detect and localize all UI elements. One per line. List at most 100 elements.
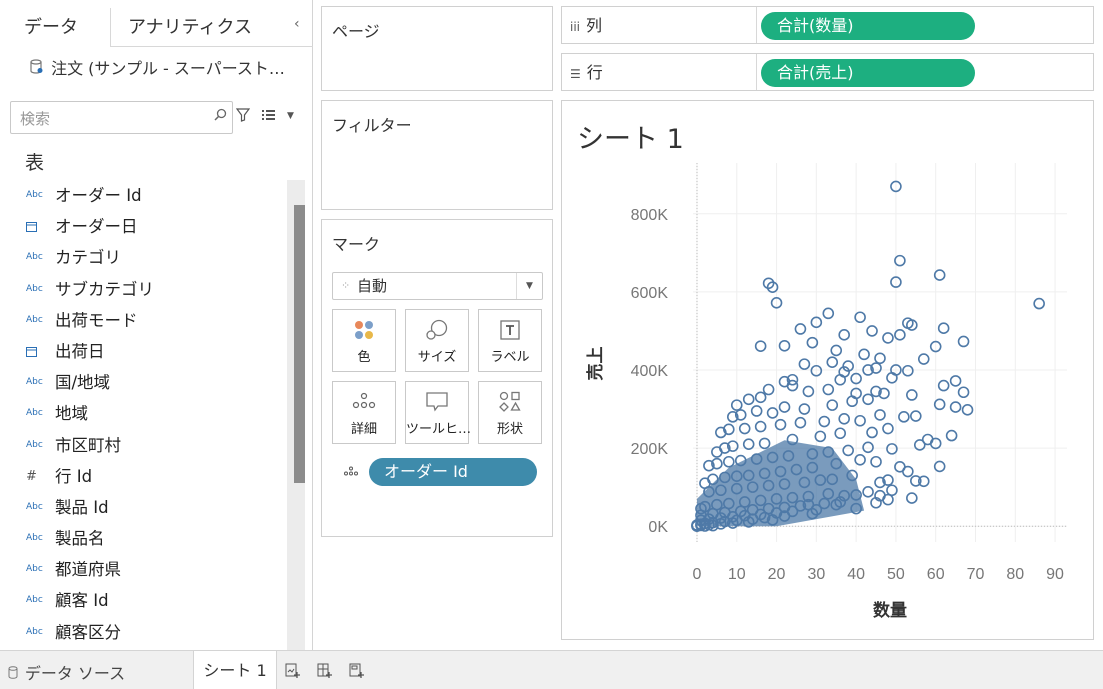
color-icon [333,319,395,345]
data-source-tab-label: データ ソース [24,664,126,683]
data-point [906,389,918,401]
rows-icon: ☰ [570,67,581,81]
data-source-selector[interactable]: 注文 (サンプル - スーパースト… [30,58,300,82]
size-button[interactable]: サイズ [405,309,469,372]
field-item[interactable]: Abc 都道府県 [0,554,287,585]
data-point [798,358,811,370]
data-point [738,422,751,435]
filters-card[interactable]: フィルター [321,100,553,210]
data-point [838,412,850,425]
field-item[interactable]: # 行 Id [0,461,287,492]
mark-type-dropdown[interactable]: ⁘ 自動 ▼ [332,272,543,300]
columns-shelf-label: iii 列 [570,7,602,46]
field-item[interactable]: Abc サブカテゴリ [0,274,287,305]
data-point [961,404,974,416]
x-tick-label: 0 [693,566,702,583]
field-item[interactable]: 出荷日 [0,336,287,367]
scrollbar-thumb[interactable] [294,205,305,483]
string-type-icon: Abc [26,501,43,512]
field-item[interactable]: Abc 顧客 Id [0,585,287,616]
view-list-icon[interactable] [262,109,278,124]
data-point [842,444,854,457]
field-item[interactable]: Abc オーダー Id [0,180,287,211]
field-name: 都道府県 [55,560,121,580]
data-point [778,339,791,352]
detail-icon [333,391,395,417]
data-point [866,325,878,337]
field-name: 出荷日 [55,341,105,361]
mark-type-value: 自動 [357,277,388,295]
data-point [754,391,767,404]
field-item[interactable]: Abc 地域 [0,398,287,429]
data-point [826,356,839,368]
scatter-chart[interactable]: 0K 200K 400K 600K 800K 0 10 20 30 40 50 60 70 80 90 数量 売… [562,101,1093,639]
field-item[interactable]: Abc 顧客区分 [0,617,287,648]
new-dashboard-icon[interactable] [317,663,333,683]
shape-button[interactable]: 形状 [478,381,542,444]
data-point [750,405,763,417]
collapse-pane-icon[interactable]: ‹ [294,16,300,32]
columns-pill[interactable]: 合計(数量) [761,12,975,40]
y-axis-title: 売上 [585,347,606,381]
data-point [870,455,882,468]
data-point [949,401,962,413]
field-item[interactable]: オーダー日 [0,211,287,242]
field-name: 製品名 [55,529,105,549]
data-point [723,455,735,468]
rows-pill[interactable]: 合計(売上) [761,59,975,87]
y-tick-label: 200K [631,441,669,458]
chevron-down-icon[interactable]: ▼ [287,111,294,121]
tab-divider [110,8,111,46]
shelf-divider [756,54,757,90]
chevron-down-icon[interactable]: ▼ [516,273,542,299]
data-point [822,383,835,396]
automatic-mark-icon: ⁘ [341,279,351,292]
calendar-icon [26,213,48,244]
color-button[interactable]: 色 [332,309,396,372]
detail-button[interactable]: 詳細 [332,381,396,444]
detail-field-pill[interactable]: オーダー Id [369,458,537,486]
tab-data[interactable]: データ [24,10,78,46]
color-label: 色 [357,350,371,365]
field-item[interactable]: Abc 製品名 [0,523,287,554]
data-point [742,393,755,406]
data-point [882,332,894,344]
filter-icon[interactable] [235,108,251,126]
data-point [762,383,775,396]
field-name: オーダー日 [55,217,138,237]
data-point [826,399,839,411]
field-item[interactable]: Abc 国/地域 [0,367,287,398]
field-item[interactable]: Abc 市区町村 [0,430,287,461]
search-field[interactable]: 検索 [10,101,233,134]
field-item[interactable]: Abc 出荷モード [0,305,287,336]
string-type-icon: Abc [26,314,43,325]
pages-card[interactable]: ページ [321,6,553,91]
field-item[interactable]: Abc カテゴリ [0,242,287,273]
data-source-tab[interactable]: データ ソース [8,660,125,684]
field-name: 市区町村 [55,435,121,455]
data-point [937,322,950,334]
data-point [882,422,894,435]
string-type-icon: Abc [26,377,43,388]
rows-shelf[interactable]: ☰ 行 合計(売上) [561,53,1094,91]
y-tick-label: 400K [631,363,669,380]
new-story-icon[interactable] [349,663,365,683]
columns-shelf[interactable]: iii 列 合計(数量) [561,6,1094,44]
data-point [794,416,807,429]
size-icon [406,319,468,345]
x-tick-label: 70 [967,566,985,583]
search-icon[interactable] [214,108,227,125]
y-tick-label: 600K [631,285,669,302]
data-point [858,348,870,361]
tooltip-icon [406,391,468,417]
tooltip-button[interactable]: ツールヒ… [405,381,471,444]
string-type-icon: Abc [26,626,43,637]
data-point [906,492,918,504]
new-worksheet-icon[interactable] [285,663,301,683]
data-point [898,411,910,423]
field-item[interactable]: Abc 製品 Id [0,492,287,523]
string-type-icon: Abc [26,564,43,575]
tab-analytics[interactable]: アナリティクス [128,10,252,46]
label-button[interactable]: ラベル [478,309,542,372]
tab-sheet-1[interactable]: シート 1 [193,651,277,689]
